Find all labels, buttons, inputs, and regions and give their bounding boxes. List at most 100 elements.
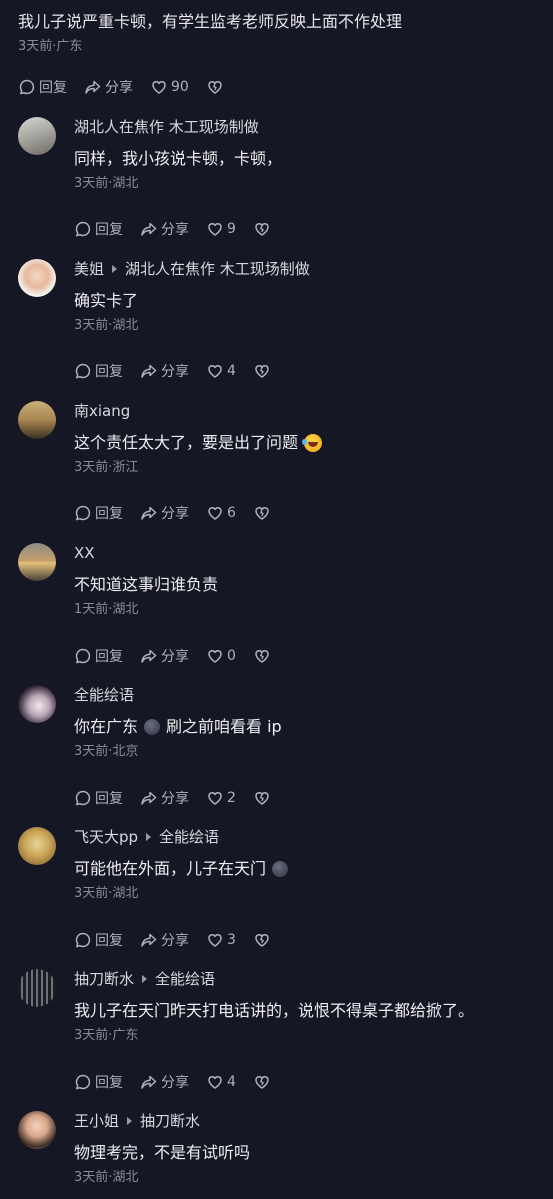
share-button[interactable]: 分享: [140, 930, 189, 950]
share-arrow-icon: [141, 791, 157, 805]
dislike-button[interactable]: [253, 789, 274, 807]
reply-author[interactable]: 全能绘语: [74, 685, 134, 705]
reply-to-user[interactable]: 全能绘语: [155, 969, 215, 989]
reply-author[interactable]: 王小姐: [74, 1111, 119, 1131]
reply-label: 回复: [95, 791, 123, 807]
reply-meta: 3天前·湖北: [74, 1170, 139, 1185]
reply-button[interactable]: 回复: [74, 646, 123, 666]
reply-author[interactable]: 湖北人在焦作 木工现场制做: [74, 117, 259, 137]
reply-button[interactable]: 回复: [74, 930, 123, 950]
dislike-button[interactable]: [253, 1073, 274, 1091]
like-count: 6: [227, 505, 236, 521]
avatar[interactable]: [18, 117, 56, 155]
dislike-button[interactable]: [253, 220, 274, 238]
reply-meta: 3天前·湖北: [74, 318, 139, 333]
share-arrow-icon: [141, 649, 157, 663]
heart-icon: [208, 934, 222, 947]
reply-to-arrow-icon: [142, 975, 148, 983]
share-label: 分享: [161, 506, 189, 522]
reply-to-user[interactable]: 湖北人在焦作 木工现场制做: [125, 259, 310, 279]
parent-comment-actions: 回复 分享 90: [18, 76, 227, 98]
reply-to-arrow-icon: [112, 265, 118, 273]
reply-actions: 回复 分享 0: [74, 645, 274, 667]
reply-text-content: 我儿子在天门昨天打电话讲的，说恨不得桌子都给掀了。: [74, 1001, 475, 1020]
like-button[interactable]: 4: [206, 362, 236, 380]
dislike-button[interactable]: [253, 362, 274, 380]
share-button[interactable]: 分享: [140, 361, 189, 381]
share-label: 分享: [161, 364, 189, 380]
parent-comment-meta: 3天前·广东: [18, 39, 83, 54]
dark-face-emoji-icon: [144, 719, 161, 735]
reply-author-line: 湖北人在焦作 木工现场制做: [74, 117, 539, 137]
reply-meta: 3天前·北京: [74, 744, 139, 759]
avatar[interactable]: [18, 543, 56, 581]
reply-label: 回复: [95, 364, 123, 380]
like-count: 0: [227, 648, 236, 664]
reply-meta: 3天前·湖北: [74, 176, 139, 191]
reply-meta: 3天前·湖北: [74, 886, 139, 901]
reply-label: 回复: [95, 506, 123, 522]
dark-face-emoji-icon: [272, 861, 289, 877]
reply-text: 我儿子在天门昨天打电话讲的，说恨不得桌子都给掀了。: [74, 999, 539, 1023]
reply-author[interactable]: 美姐: [74, 259, 104, 279]
like-button[interactable]: 2: [206, 789, 236, 807]
reply-author[interactable]: XX: [74, 543, 95, 563]
avatar[interactable]: [18, 685, 56, 723]
reply-author[interactable]: 南xiang: [74, 401, 130, 421]
avatar[interactable]: [18, 401, 56, 439]
share-button[interactable]: 分享: [140, 788, 189, 808]
reply-button[interactable]: 回复: [74, 788, 123, 808]
like-button[interactable]: 6: [206, 504, 236, 522]
share-arrow-icon: [141, 222, 157, 236]
share-button[interactable]: 分享: [140, 219, 189, 239]
avatar[interactable]: [18, 969, 56, 1007]
share-arrow-icon: [141, 506, 157, 520]
like-button[interactable]: 3: [206, 931, 236, 949]
dislike-button[interactable]: [253, 931, 274, 949]
reply-text-content: 物理考完，不是有试听吗: [74, 1143, 251, 1162]
like-button[interactable]: 0: [206, 647, 236, 665]
share-label: 分享: [161, 1075, 189, 1091]
share-arrow-icon: [141, 933, 157, 947]
like-button[interactable]: 90: [150, 78, 189, 96]
heart-icon: [208, 507, 222, 520]
reply-label: 回复: [39, 80, 67, 96]
share-button[interactable]: 分享: [140, 1072, 189, 1092]
avatar[interactable]: [18, 1111, 56, 1149]
share-button[interactable]: 分享: [140, 503, 189, 523]
broken-heart-icon: [208, 81, 222, 94]
reply-text: 物理考完，不是有试听吗: [74, 1141, 539, 1165]
dislike-button[interactable]: [253, 504, 274, 522]
broken-heart-icon: [255, 223, 269, 236]
reply-button[interactable]: 回复: [74, 219, 123, 239]
like-button[interactable]: 4: [206, 1073, 236, 1091]
dislike-button[interactable]: [206, 78, 227, 96]
reply-button[interactable]: 回复: [74, 1072, 123, 1092]
avatar[interactable]: [18, 259, 56, 297]
reply-button[interactable]: 回复: [74, 361, 123, 381]
reply-text-content: 不知道这事归谁负责: [74, 575, 219, 594]
like-count: 2: [227, 790, 236, 806]
like-button[interactable]: 9: [206, 220, 236, 238]
reply-to-user[interactable]: 全能绘语: [159, 827, 219, 847]
share-label: 分享: [161, 791, 189, 807]
broken-heart-icon: [255, 934, 269, 947]
broken-heart-icon: [255, 792, 269, 805]
dislike-button[interactable]: [253, 647, 274, 665]
reply-to-user[interactable]: 抽刀断水: [140, 1111, 200, 1131]
share-label: 分享: [161, 933, 189, 949]
reply-meta: 3天前·浙江: [74, 460, 139, 475]
reply-author[interactable]: 飞天大pp: [74, 827, 138, 847]
reply-author[interactable]: 抽刀断水: [74, 969, 134, 989]
share-button[interactable]: 分享: [140, 646, 189, 666]
reply-label: 回复: [95, 222, 123, 238]
reply-label: 回复: [95, 1075, 123, 1091]
comment-bubble-icon: [75, 790, 91, 806]
heart-icon: [208, 223, 222, 236]
avatar[interactable]: [18, 827, 56, 865]
reply-button[interactable]: 回复: [18, 77, 67, 97]
share-button[interactable]: 分享: [84, 77, 133, 97]
reply-text-part: 刷之前咱看看 ip: [166, 717, 282, 736]
reply-button[interactable]: 回复: [74, 503, 123, 523]
comment-bubble-icon: [75, 221, 91, 237]
